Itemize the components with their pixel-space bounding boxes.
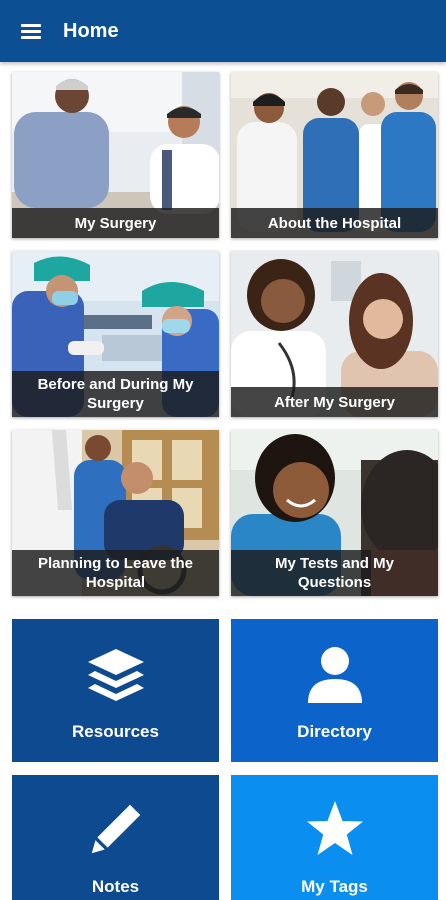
resources-label: Resources bbox=[72, 722, 159, 741]
layers-icon bbox=[87, 649, 144, 701]
star-icon bbox=[306, 801, 363, 855]
tile-after-my-surgery[interactable]: After My Surgery bbox=[231, 251, 438, 417]
tile-label: About the Hospital bbox=[231, 208, 438, 238]
tile-before-and-during-my-surgery[interactable]: Before and During My Surgery bbox=[12, 251, 219, 417]
my-tags-button[interactable]: My Tags bbox=[231, 775, 438, 900]
directory-label: Directory bbox=[297, 722, 372, 741]
directory-button[interactable]: Directory bbox=[231, 619, 438, 762]
tile-about-the-hospital[interactable]: About the Hospital bbox=[231, 72, 438, 238]
hamburger-menu-icon[interactable] bbox=[12, 14, 48, 48]
my-tags-label: My Tags bbox=[301, 877, 368, 896]
tile-label: My Tests and My Questions bbox=[231, 550, 438, 596]
tile-label: After My Surgery bbox=[231, 387, 438, 417]
notes-button[interactable]: Notes bbox=[12, 775, 219, 900]
tile-my-tests-and-my-questions[interactable]: My Tests and My Questions bbox=[231, 430, 438, 596]
page-title: Home bbox=[63, 20, 119, 42]
tile-label: Before and During My Surgery bbox=[12, 371, 219, 417]
notes-label: Notes bbox=[91, 877, 140, 896]
tile-my-surgery[interactable]: My Surgery bbox=[12, 72, 219, 238]
pencil-icon bbox=[91, 804, 140, 854]
tile-planning-to-leave-the-hospital[interactable]: Planning to Leave the Hospital bbox=[12, 430, 219, 596]
person-icon bbox=[307, 647, 362, 703]
resources-button[interactable]: Resources bbox=[12, 619, 219, 762]
tile-label: My Surgery bbox=[12, 208, 219, 238]
app-bar: Home bbox=[0, 0, 446, 62]
tile-label: Planning to Leave the Hospital bbox=[12, 550, 219, 596]
